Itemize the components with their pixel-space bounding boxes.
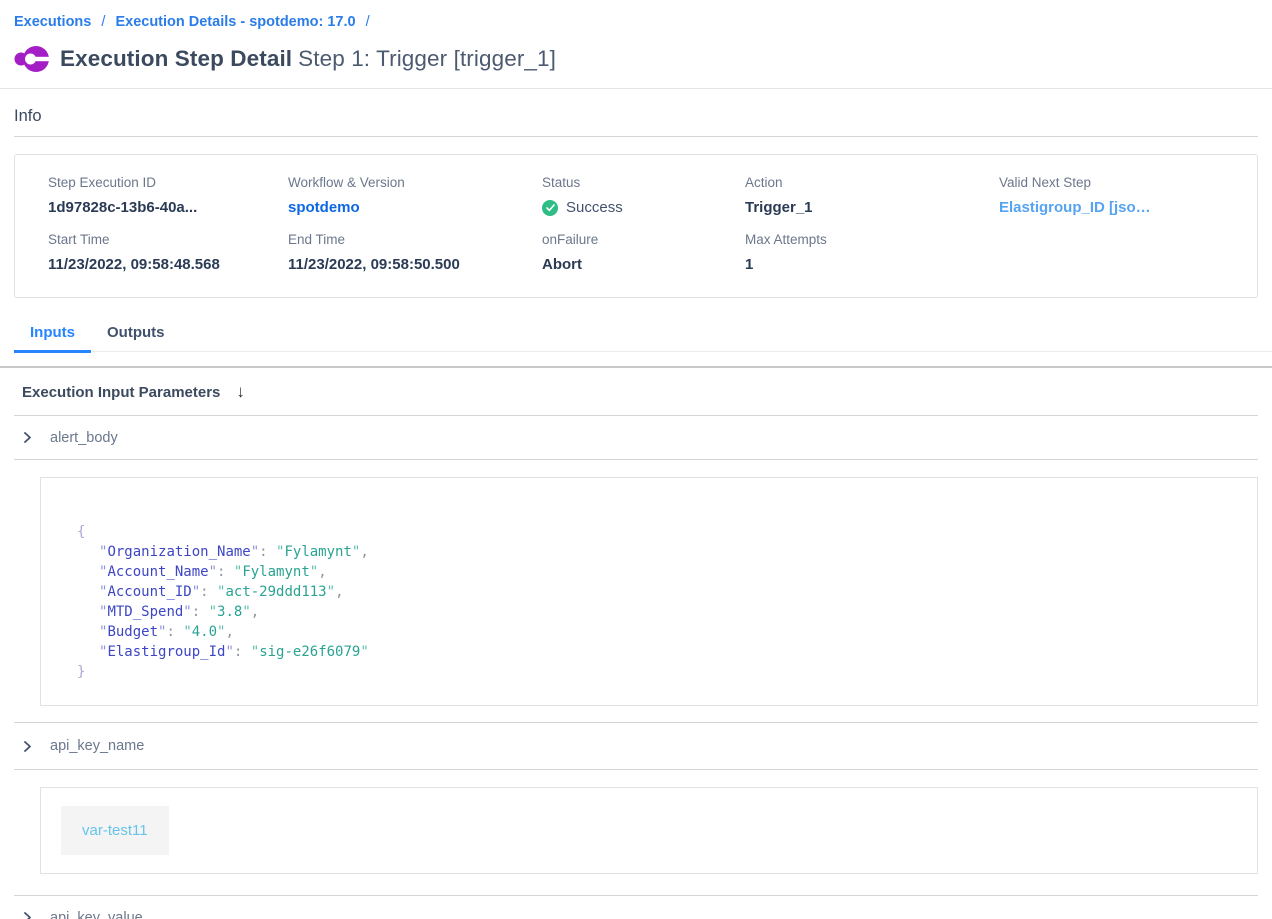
info-field-start-time: Start Time 11/23/2022, 09:58:48.568	[48, 232, 288, 273]
tab-inputs[interactable]: Inputs	[14, 318, 91, 353]
info-field-end-time: End Time 11/23/2022, 09:58:50.500	[288, 232, 542, 273]
page-title-row: Execution Step DetailStep 1: Trigger [tr…	[60, 43, 556, 75]
field-value: Trigger_1	[745, 199, 999, 216]
valid-next-step-link[interactable]: Elastigroup_ID [jso…	[999, 199, 1199, 216]
execution-input-parameters-header: Execution Input Parameters ↓	[14, 368, 1258, 415]
alert-body-json: {"Organization_Name": "Fylamynt","Accoun…	[40, 477, 1258, 706]
field-label: End Time	[288, 232, 542, 247]
divider	[14, 136, 1258, 137]
field-label: Valid Next Step	[999, 175, 1237, 190]
tabs: Inputs Outputs	[14, 318, 1272, 352]
breadcrumb-separator: /	[101, 14, 105, 30]
section-row-alert-body[interactable]: alert_body	[14, 416, 1258, 459]
info-field-valid-next-step: Valid Next Step Elastigroup_ID [jso…	[999, 175, 1237, 216]
field-label: Status	[542, 175, 745, 190]
section-row-api-key-value[interactable]: api_key_value	[14, 896, 1258, 919]
divider	[14, 459, 1258, 460]
info-field-onfailure: onFailure Abort	[542, 232, 745, 273]
api-key-name-value: var-test11	[61, 806, 169, 855]
divider	[0, 88, 1272, 89]
info-field-empty	[999, 232, 1237, 273]
field-label: Start Time	[48, 232, 288, 247]
section-name: api_key_name	[50, 738, 144, 754]
parameters-header-label: Execution Input Parameters	[22, 384, 220, 401]
info-field-action: Action Trigger_1	[745, 175, 999, 216]
field-label: Step Execution ID	[48, 175, 288, 190]
page-title: Execution Step Detail	[60, 46, 292, 71]
info-field-max-attempts: Max Attempts 1	[745, 232, 999, 273]
info-section-heading: Info	[14, 107, 1258, 136]
field-label: Action	[745, 175, 999, 190]
field-value: 1d97828c-13b6-40a...	[48, 199, 288, 216]
chevron-right-icon	[22, 432, 33, 443]
status-badge: Success	[542, 199, 745, 216]
chevron-right-icon	[22, 912, 33, 919]
info-field-workflow-version: Workflow & Version spotdemo	[288, 175, 542, 216]
field-value: 11/23/2022, 09:58:48.568	[48, 256, 288, 273]
section-row-api-key-name[interactable]: api_key_name	[14, 723, 1258, 769]
page-header: Execution Step DetailStep 1: Trigger [tr…	[14, 43, 1258, 75]
breadcrumb-link-execution-details[interactable]: Execution Details - spotdemo: 17.0	[115, 14, 355, 30]
status-text: Success	[566, 199, 623, 216]
info-field-status: Status Success	[542, 175, 745, 216]
field-value: Abort	[542, 256, 745, 273]
breadcrumb: Executions / Execution Details - spotdem…	[14, 14, 1258, 30]
section-name: api_key_value	[50, 910, 143, 919]
api-key-name-box: var-test11	[40, 787, 1258, 874]
json-code-block: {"Organization_Name": "Fylamynt","Accoun…	[77, 522, 1237, 682]
field-label: Workflow & Version	[288, 175, 542, 190]
field-value: 11/23/2022, 09:58:50.500	[288, 256, 542, 273]
section-name: alert_body	[50, 430, 118, 446]
execution-step-detail-page: Executions / Execution Details - spotdem…	[0, 0, 1272, 919]
success-check-icon	[542, 200, 558, 216]
breadcrumb-link-executions[interactable]: Executions	[14, 14, 91, 30]
info-field-step-execution-id: Step Execution ID 1d97828c-13b6-40a...	[48, 175, 288, 216]
workflow-link[interactable]: spotdemo	[288, 199, 542, 216]
tab-outputs[interactable]: Outputs	[91, 318, 181, 351]
info-card: Step Execution ID 1d97828c-13b6-40a... W…	[14, 154, 1258, 298]
breadcrumb-separator: /	[366, 14, 370, 30]
field-value: 1	[745, 256, 999, 273]
divider	[14, 769, 1258, 770]
field-label: Max Attempts	[745, 232, 999, 247]
download-arrow-icon[interactable]: ↓	[236, 382, 245, 402]
page-subtitle: Step 1: Trigger [trigger_1]	[298, 46, 556, 71]
fylamynt-logo-icon	[14, 43, 50, 75]
field-label: onFailure	[542, 232, 745, 247]
chevron-right-icon	[22, 741, 33, 752]
